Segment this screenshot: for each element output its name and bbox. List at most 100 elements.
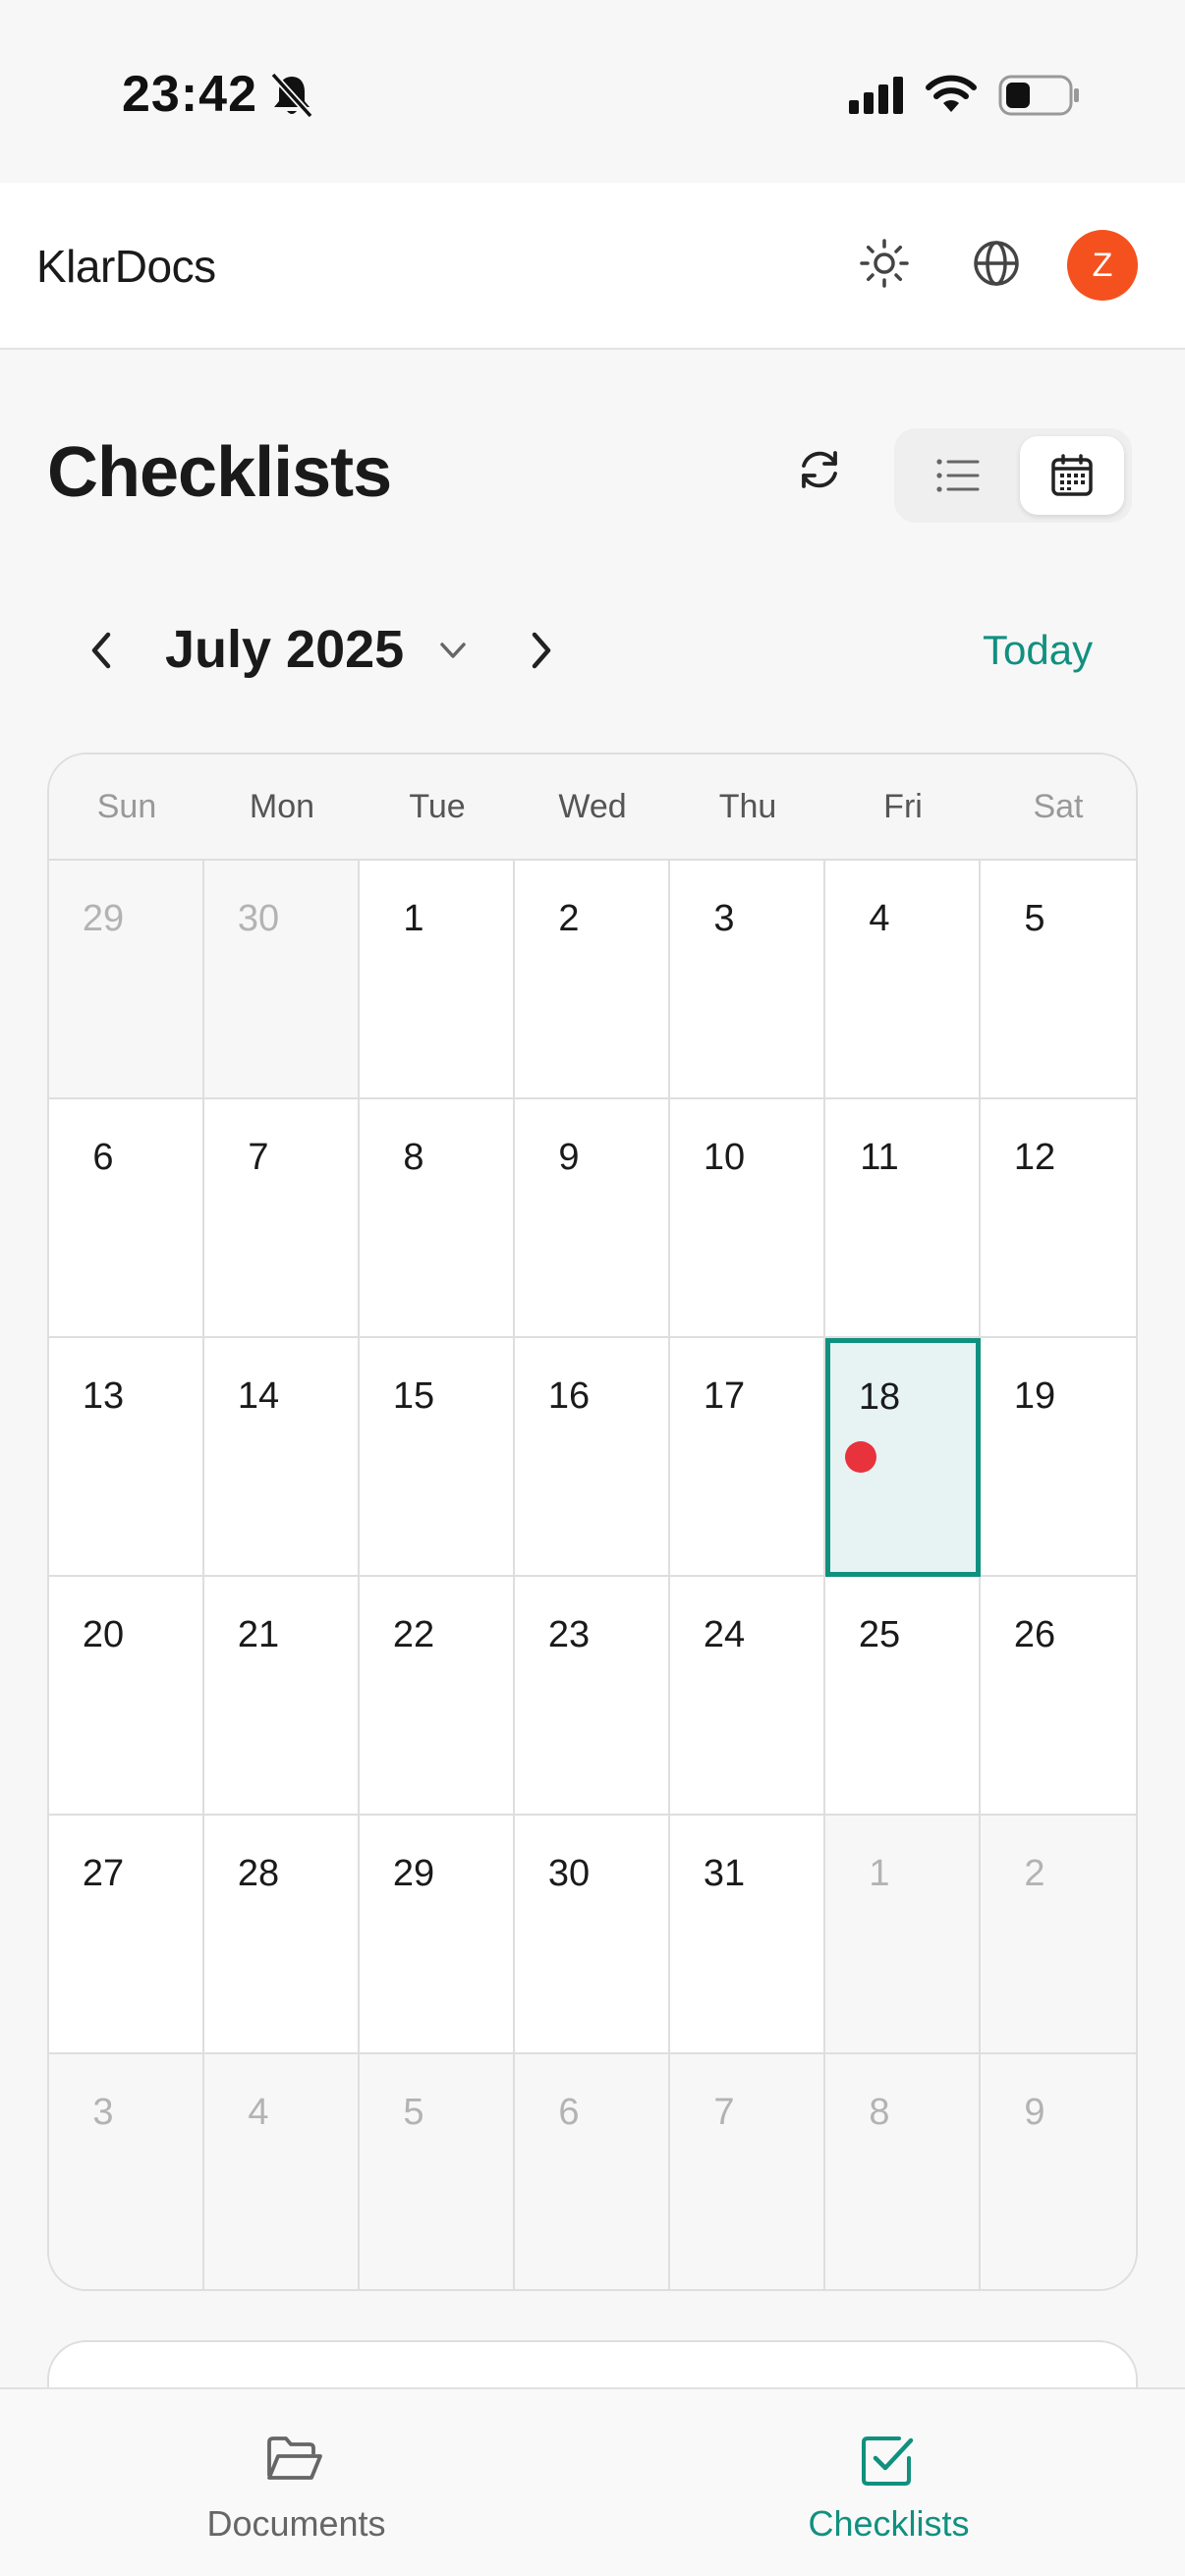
- weekday-label: Sun: [96, 787, 157, 825]
- day-cell[interactable]: 4: [204, 2054, 360, 2289]
- signal-icon: [849, 77, 903, 114]
- day-number: 9: [558, 1137, 580, 1178]
- day-cell[interactable]: 1: [360, 861, 515, 1099]
- folder-open-icon: [259, 2425, 330, 2495]
- day-cell[interactable]: 23: [515, 1577, 670, 1816]
- bottom-nav: Documents Checklists: [0, 2387, 1185, 2576]
- language-button[interactable]: [959, 226, 1034, 301]
- day-number: 10: [703, 1137, 746, 1178]
- nav-label-checklists: Checklists: [808, 2503, 970, 2544]
- day-cell[interactable]: 5: [360, 2054, 515, 2289]
- day-number: 25: [858, 1614, 901, 1655]
- day-cell[interactable]: 6: [49, 1099, 204, 1338]
- calendar-grid: Sun Mon Tue Wed Thu Fri Sat 29 30 1 2 3 4 5 6 7 8…: [47, 753, 1138, 2291]
- day-cell[interactable]: 2: [981, 1816, 1136, 2054]
- day-cell[interactable]: 2: [515, 861, 670, 1099]
- day-cell[interactable]: 9: [515, 1099, 670, 1338]
- page-title: Checklists: [47, 433, 392, 512]
- day-cell[interactable]: 7: [204, 1099, 360, 1338]
- day-number: 23: [547, 1614, 591, 1655]
- day-cell[interactable]: 19: [981, 1338, 1136, 1577]
- sun-icon: [860, 239, 909, 288]
- day-number: 8: [403, 1137, 424, 1178]
- day-number: 30: [547, 1853, 591, 1894]
- weekday-label: Thu: [718, 787, 777, 825]
- day-cell[interactable]: 3: [670, 861, 825, 1099]
- day-cell[interactable]: 21: [204, 1577, 360, 1816]
- day-number: 20: [82, 1614, 125, 1655]
- day-number: 2: [1024, 1853, 1045, 1894]
- weekday-header: Sun Mon Tue Wed Thu Fri Sat: [49, 755, 1136, 861]
- day-number: 8: [869, 2092, 890, 2133]
- day-number: 14: [237, 1375, 280, 1417]
- day-number: 19: [1013, 1375, 1056, 1417]
- weekday-label: Mon: [249, 787, 315, 825]
- day-cell[interactable]: 26: [981, 1577, 1136, 1816]
- day-number: 30: [237, 898, 280, 939]
- nav-checklists[interactable]: Checklists: [592, 2389, 1185, 2576]
- day-cell[interactable]: 4: [825, 861, 981, 1099]
- day-cell[interactable]: 30: [204, 861, 360, 1099]
- day-cell[interactable]: 24: [670, 1577, 825, 1816]
- day-cell[interactable]: 1: [825, 1816, 981, 2054]
- month-label[interactable]: July 2025: [165, 619, 404, 680]
- day-number: 12: [1013, 1137, 1056, 1178]
- day-cell[interactable]: 27: [49, 1816, 204, 2054]
- day-cell[interactable]: 7: [670, 2054, 825, 2289]
- day-cell[interactable]: 13: [49, 1338, 204, 1577]
- day-number: 4: [248, 2092, 269, 2133]
- day-cell[interactable]: 8: [825, 2054, 981, 2289]
- day-cell[interactable]: 16: [515, 1338, 670, 1577]
- refresh-icon: [802, 451, 837, 488]
- day-cell-selected[interactable]: 18: [825, 1338, 981, 1577]
- next-month-button[interactable]: [511, 619, 570, 682]
- weekday-label: Sat: [1033, 787, 1084, 825]
- day-cell[interactable]: 22: [360, 1577, 515, 1816]
- day-cell[interactable]: 5: [981, 861, 1136, 1099]
- weekday-label: Wed: [558, 787, 627, 825]
- day-cell[interactable]: 9: [981, 2054, 1136, 2289]
- day-cell[interactable]: 11: [825, 1099, 981, 1338]
- event-indicator-dot: [845, 1441, 876, 1473]
- theme-toggle-button[interactable]: [847, 226, 922, 301]
- day-number: 7: [248, 1137, 269, 1178]
- day-cell[interactable]: 25: [825, 1577, 981, 1816]
- refresh-button[interactable]: [788, 438, 851, 501]
- day-number: 6: [92, 1137, 114, 1178]
- battery-icon: [998, 75, 1079, 116]
- day-number: 5: [1024, 898, 1045, 939]
- day-cell[interactable]: 29: [49, 861, 204, 1099]
- avatar[interactable]: Z: [1067, 230, 1138, 301]
- chevron-left-icon: [91, 632, 111, 669]
- day-number: 27: [82, 1853, 125, 1894]
- day-cell[interactable]: 31: [670, 1816, 825, 2054]
- day-cell[interactable]: 30: [515, 1816, 670, 2054]
- day-cell[interactable]: 6: [515, 2054, 670, 2289]
- day-cell[interactable]: 8: [360, 1099, 515, 1338]
- day-number: 1: [403, 898, 424, 939]
- chevron-down-icon[interactable]: [428, 631, 478, 670]
- day-cell[interactable]: 17: [670, 1338, 825, 1577]
- nav-documents[interactable]: Documents: [0, 2389, 592, 2576]
- day-number: 26: [1013, 1614, 1056, 1655]
- day-cell[interactable]: 28: [204, 1816, 360, 2054]
- today-button[interactable]: Today: [983, 627, 1093, 674]
- day-cell[interactable]: 3: [49, 2054, 204, 2289]
- day-cell[interactable]: 15: [360, 1338, 515, 1577]
- weekday-label: Fri: [883, 787, 923, 825]
- previous-month-button[interactable]: [73, 619, 132, 682]
- day-number: 18: [858, 1376, 901, 1418]
- day-cell[interactable]: 29: [360, 1816, 515, 2054]
- list-view-button[interactable]: [906, 436, 1010, 515]
- calendar-view-button[interactable]: [1020, 436, 1124, 515]
- checkbox-icon: [852, 2425, 923, 2495]
- day-cell[interactable]: 20: [49, 1577, 204, 1816]
- day-number: 3: [713, 898, 735, 939]
- day-number: 1: [869, 1853, 890, 1894]
- day-cell[interactable]: 12: [981, 1099, 1136, 1338]
- day-cell[interactable]: 14: [204, 1338, 360, 1577]
- day-number: 28: [237, 1853, 280, 1894]
- list-icon: [936, 459, 980, 492]
- day-number: 7: [713, 2092, 735, 2133]
- day-cell[interactable]: 10: [670, 1099, 825, 1338]
